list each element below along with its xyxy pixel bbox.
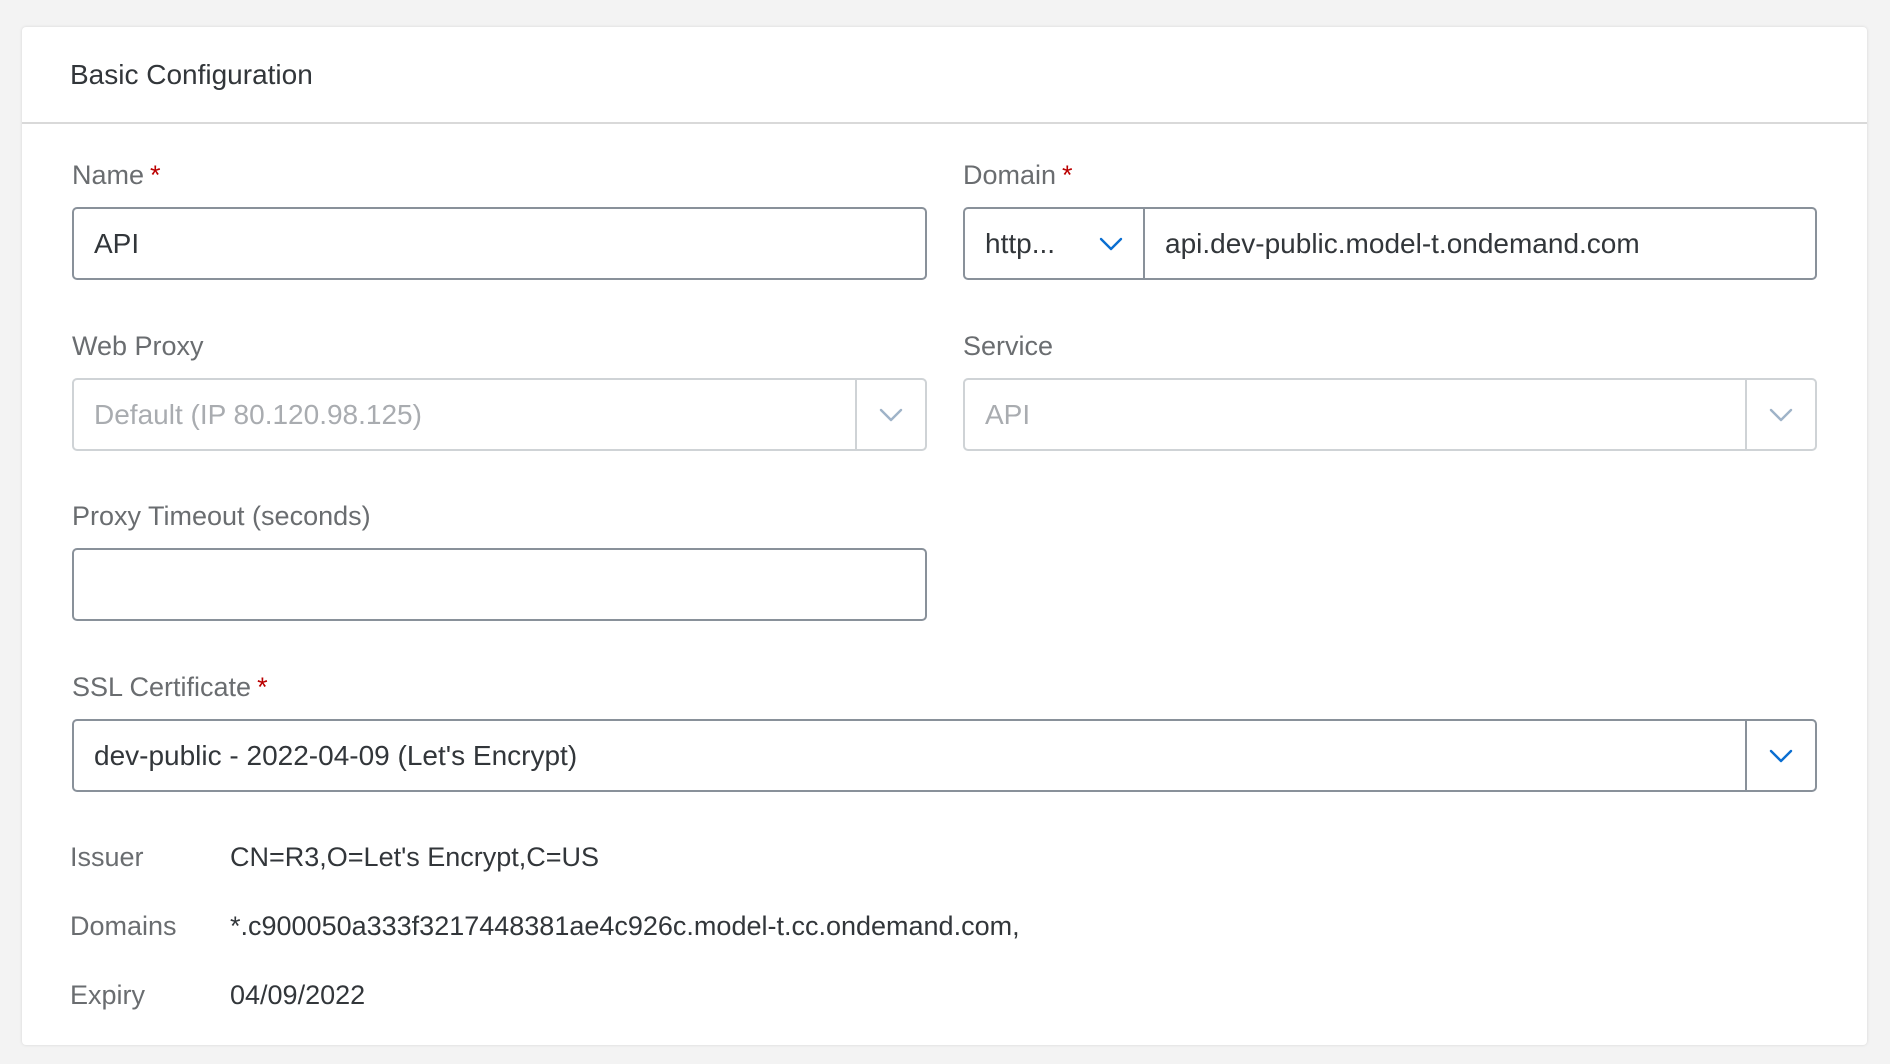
expiry-value: 04/09/2022 (230, 980, 366, 1010)
web-proxy-dropdown-button[interactable] (855, 380, 925, 449)
certificate-expiry-row: Expiry 04/09/2022 (70, 975, 365, 1015)
ssl-certificate-field-label: SSL Certificate * (72, 667, 268, 707)
domains-key: Domains (70, 911, 177, 941)
service-select-value: API (985, 399, 1031, 430)
web-proxy-select-value: Default (IP 80.120.98.125) (94, 399, 422, 430)
chevron-down-icon (1769, 749, 1793, 762)
service-select[interactable]: API (963, 378, 1817, 451)
name-field-label: Name * (72, 155, 161, 195)
web-proxy-select[interactable]: Default (IP 80.120.98.125) (72, 378, 927, 451)
chevron-down-icon (1769, 408, 1793, 421)
certificate-issuer-row: Issuer CN=R3,O=Let's Encrypt,C=US (70, 837, 599, 877)
ssl-certificate-select-value: dev-public - 2022-04-09 (Let's Encrypt) (94, 740, 578, 771)
ssl-certificate-label: SSL Certificate (72, 672, 252, 702)
expiry-key: Expiry (70, 980, 146, 1010)
domain-input-value: api.dev-public.model-t.ondemand.com (1165, 228, 1640, 259)
issuer-key: Issuer (70, 842, 144, 872)
name-input-value: API (94, 228, 140, 259)
protocol-select-value: http... (985, 227, 1056, 259)
chevron-down-icon (879, 408, 903, 421)
proxy-timeout-field-label: Proxy Timeout (seconds) (72, 496, 371, 536)
domain-input[interactable]: api.dev-public.model-t.ondemand.com (1145, 209, 1815, 278)
certificate-domains-row: Domains *.c900050a333f3217448381ae4c926c.… (70, 906, 1020, 946)
ssl-certificate-dropdown-button[interactable] (1745, 721, 1815, 790)
web-proxy-field-label: Web Proxy (72, 326, 204, 366)
service-dropdown-button[interactable] (1745, 380, 1815, 449)
name-input[interactable]: API (72, 207, 927, 280)
proxy-timeout-input[interactable] (72, 548, 927, 621)
name-label: Name (72, 160, 145, 190)
service-field-label: Service (963, 326, 1053, 366)
domains-value: *.c900050a333f3217448381ae4c926c.model-t… (230, 911, 1020, 941)
card-header: Basic Configuration (22, 27, 1867, 124)
required-mark: * (1062, 160, 1073, 190)
domain-field-label: Domain * (963, 155, 1073, 195)
ssl-certificate-select[interactable]: dev-public - 2022-04-09 (Let's Encrypt) (72, 719, 1817, 792)
issuer-value: CN=R3,O=Let's Encrypt,C=US (230, 842, 600, 872)
card-title: Basic Configuration (70, 58, 313, 90)
domain-label: Domain (963, 160, 1057, 190)
service-label: Service (963, 331, 1054, 361)
web-proxy-label: Web Proxy (72, 331, 204, 361)
protocol-select[interactable]: http... (965, 209, 1145, 278)
basic-configuration-card: Basic Configuration Name * API Domain * ht… (22, 27, 1867, 1045)
proxy-timeout-label: Proxy Timeout (seconds) (72, 501, 371, 531)
chevron-down-icon (1099, 237, 1123, 250)
domain-input-group: http... api.dev-public.model-t.ondemand.… (963, 207, 1817, 280)
required-mark: * (150, 160, 161, 190)
required-mark: * (257, 672, 268, 702)
